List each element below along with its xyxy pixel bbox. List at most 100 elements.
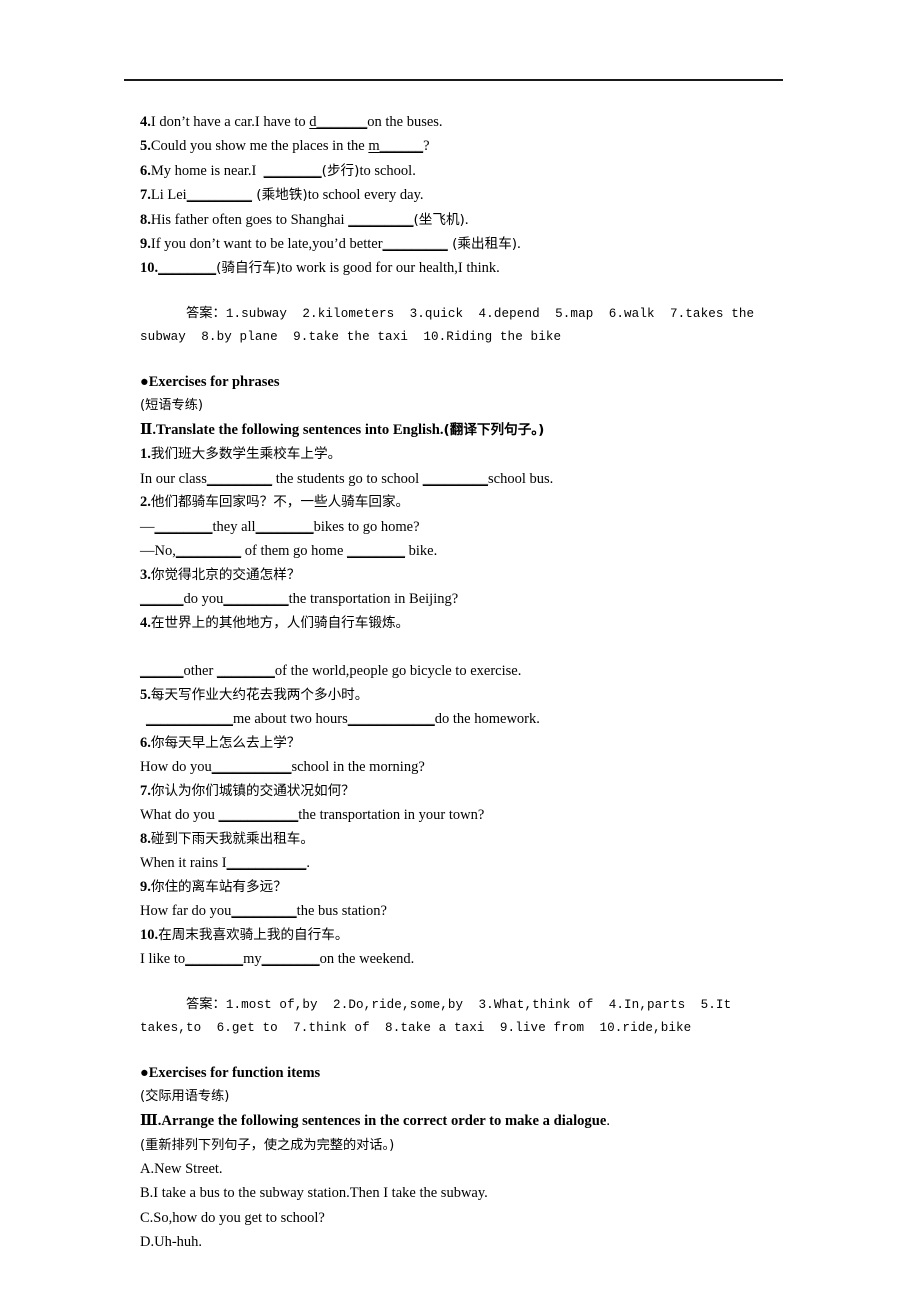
item-number: 4. (140, 114, 151, 130)
answer-blank: ________ (216, 663, 275, 680)
answer-line-text: do the homework. (434, 711, 540, 728)
section-three-options: A.New Street. B.I take a bus to the subwa… (140, 1157, 800, 1255)
answer-line-text: on the weekend. (319, 951, 415, 968)
answer-line-text: they all (212, 518, 256, 535)
dialogue-option: A.New Street. (140, 1161, 223, 1177)
item-number: 5. (140, 138, 151, 155)
item-text: My home is near.I (150, 162, 264, 179)
item-number: 7. (140, 782, 151, 799)
item-number: 10. (140, 926, 159, 943)
translate-item-prompt: 3.你觉得北京的交通怎样？ (140, 564, 800, 588)
answer-line-text: bike. (405, 543, 438, 560)
translate-item-answer-line: —________they all________bikes to go hom… (140, 515, 800, 539)
section-two-items: 1.我们班大多数学生乘校车上学。 In our class _________ th… (140, 443, 800, 971)
answer-key-1-label: 答案： (185, 306, 226, 322)
answer-blank: ______ (140, 591, 184, 608)
answer-line-text: the bus station? (296, 903, 387, 920)
answer-blank: ________ (263, 162, 322, 179)
translate-item-prompt: 2.他们都骑车回家吗？不，一些人骑车回家。 (140, 491, 800, 515)
answer-line-text: How far do you (140, 903, 232, 920)
item-prompt-cn: 你每天早上怎么去上学？ (150, 734, 301, 751)
fill-in-blank-item: 9.If you don’t want to be late,you’d bet… (140, 232, 800, 256)
dialogue-option: D.Uh-huh. (140, 1234, 203, 1251)
answer-blank: ________ (347, 543, 406, 560)
answer-key-2: 答案：1.most of,by 2.Do,ride,some,by 3.What… (140, 972, 800, 1062)
item-number: 2. (140, 494, 151, 511)
translate-item-answer-line: How far do you_________the bus station? (140, 899, 800, 923)
fill-in-blank-item: 4.I don’t have a car.I have to d_______o… (140, 110, 800, 134)
exercises-for-phrases-heading: ●Exercises for phrases (140, 374, 280, 391)
answer-blank: _________ (422, 470, 488, 487)
item-number: 1. (140, 446, 151, 463)
item-text-tail: to work is good for our health,I think. (281, 260, 500, 277)
answer-line-text: school bus. (487, 470, 554, 487)
section-three-heading-en: .Arrange the following sentences in the … (157, 1113, 607, 1129)
section-two-heading-en: .Translate the following sentences into … (152, 422, 444, 439)
header-rule (124, 79, 783, 81)
item-text-tail: to school. (359, 162, 416, 179)
translate-item-answer-line: ______do you_________the transportation … (140, 587, 800, 611)
answer-line-text: I like to (140, 951, 186, 968)
section-two-heading-cn: (翻译下列句子。) (443, 422, 545, 439)
translate-item-answer-line: —No,_________ of them go home ________ b… (140, 539, 800, 563)
item-text: Li Lei (150, 187, 187, 204)
answer-key-2-label: 答案： (185, 997, 226, 1013)
item-number: 7. (140, 187, 151, 204)
translate-item-prompt: 1.我们班大多数学生乘校车上学。 (140, 443, 800, 467)
answer-blank: ___________ (218, 807, 299, 824)
translate-item-prompt: 7.你认为你们城镇的交通状况如何？ (140, 780, 800, 804)
section-two-numeral: Ⅱ (140, 421, 153, 439)
fill-in-blank-item: 7.Li Lei_________ (乘地铁)to school every d… (140, 183, 800, 207)
answer-line-text: — (140, 518, 155, 535)
answer-line-text: the transportation in Beijing? (288, 591, 459, 608)
document-body: 4.I don’t have a car.I have to d_______o… (140, 110, 800, 1255)
answer-line-text: my (243, 951, 262, 968)
fill-in-blank-item: 5.Could you show me the places in the m_… (140, 134, 800, 158)
answer-line-text: do you (183, 591, 224, 608)
translate-item-answer-line: How do you___________school in the morni… (140, 755, 800, 779)
letter-hint: m (368, 138, 380, 155)
item-hint-cn: (乘地铁) (251, 187, 308, 204)
answer-line-text: the transportation in your town? (298, 807, 485, 824)
exercises-for-phrases-subtitle: (短语专练) (140, 398, 204, 414)
item-text: I don’t have a car.I have to (150, 114, 310, 130)
answer-blank: ___________ (211, 759, 292, 776)
answer-blank: _________ (231, 903, 297, 920)
item-prompt-cn: 碰到下雨天我就乘出租车。 (150, 830, 314, 847)
answer-blank: _________ (223, 591, 289, 608)
answer-blank: ___________ (226, 855, 307, 872)
answer-line-text: school in the morning? (291, 759, 425, 776)
item-number: 5. (140, 686, 151, 703)
item-text-tail: ? (423, 138, 430, 155)
answer-line-text: What do you (140, 807, 219, 824)
exercises-for-function-items-heading: ●Exercises for function items (140, 1065, 321, 1081)
answer-blank: ________ (185, 951, 244, 968)
item-number: 8. (140, 830, 151, 847)
item-prompt-cn: 你觉得北京的交通怎样？ (150, 566, 301, 583)
exercises-for-function-items-subtitle: (交际用语专练) (140, 1089, 230, 1104)
answer-line-text: In our class (140, 470, 207, 487)
translate-item-prompt: 10.在周末我喜欢骑上我的自行车。 (140, 924, 800, 948)
item-number: 4. (140, 614, 151, 631)
answer-blank: _________ (382, 236, 448, 253)
letter-hint: d (309, 114, 317, 130)
item-text-tail: . (517, 236, 521, 253)
answer-blank: ________ (158, 260, 217, 277)
answer-blank: ________ (261, 951, 320, 968)
translate-item-answer-line: What do you ___________the transportatio… (140, 803, 800, 827)
translate-item-prompt: 8.碰到下雨天我就乘出租车。 (140, 828, 800, 852)
item-hint-cn: (乘出租车) (447, 236, 518, 253)
answer-line-text: the students go to school (272, 470, 423, 487)
answer-key-2-text: 1.most of,by 2.Do,ride,some,by 3.What,th… (140, 998, 739, 1035)
answer-line-text: bikes to go home? (313, 518, 420, 535)
answer-blank: ______ (379, 138, 424, 155)
answer-blank: _______ (316, 114, 368, 130)
item-number: 10. (140, 260, 159, 277)
item-hint-cn: (步行) (321, 162, 360, 179)
item-text: His father often goes to Shanghai (150, 211, 349, 228)
translate-item-answer-line: I like to________my________on the weeken… (140, 947, 800, 971)
item-number: 6. (140, 162, 151, 179)
fill-in-blank-item: 10.________(骑自行车)to work is good for our… (140, 256, 800, 280)
section-two-heading: Ⅱ.Translate the following sentences into… (140, 417, 800, 443)
item-number: 6. (140, 734, 151, 751)
